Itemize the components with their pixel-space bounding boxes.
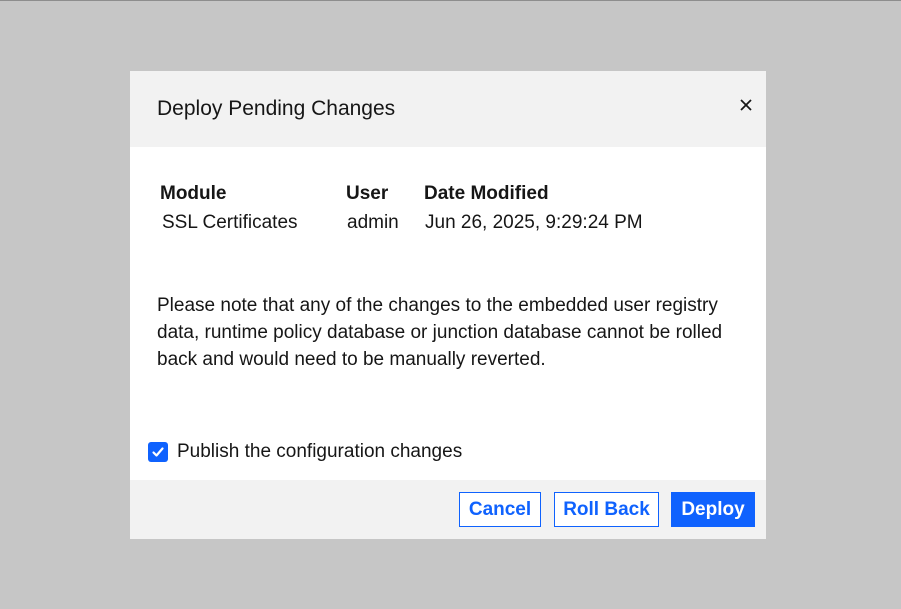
checkmark-icon [152, 447, 164, 457]
cancel-button[interactable]: Cancel [459, 492, 541, 527]
column-header-date-modified: Date Modified [424, 183, 549, 204]
cell-date-modified: Jun 26, 2025, 9:29:24 PM [425, 212, 643, 233]
deploy-button[interactable]: Deploy [671, 492, 755, 527]
table-header-row: Module User Date Modified [160, 181, 643, 207]
pending-changes-table: Module User Date Modified SSL Certificat… [160, 181, 643, 243]
column-header-user: User [346, 183, 389, 204]
publish-checkbox-label[interactable]: Publish the configuration changes [177, 439, 462, 465]
close-icon[interactable] [737, 96, 755, 114]
deploy-dialog: Deploy Pending Changes Module User Date … [130, 71, 766, 539]
rollback-warning-note: Please note that any of the changes to t… [157, 295, 723, 370]
publish-option: Publish the configuration changes [148, 439, 462, 465]
roll-back-button[interactable]: Roll Back [554, 492, 659, 527]
dialog-footer: Cancel Roll Back Deploy [130, 480, 766, 539]
cell-module: SSL Certificates [162, 212, 298, 233]
cell-user: admin [347, 212, 399, 233]
dialog-header: Deploy Pending Changes [130, 71, 766, 147]
dialog-title: Deploy Pending Changes [157, 97, 396, 120]
table-row: SSL Certificates admin Jun 26, 2025, 9:2… [160, 207, 643, 243]
publish-checkbox[interactable] [148, 442, 168, 462]
column-header-module: Module [160, 183, 227, 204]
screen-top-border [0, 0, 901, 1]
